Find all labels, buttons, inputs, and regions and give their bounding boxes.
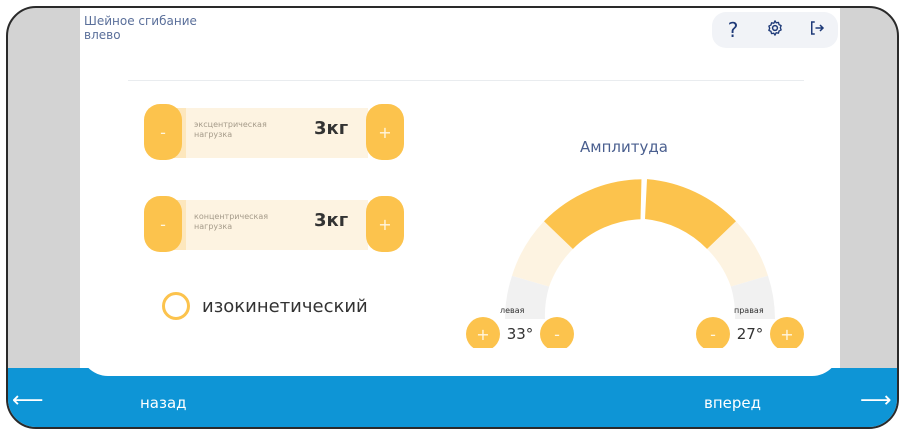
right-amplitude-value: 27°: [730, 319, 770, 349]
logout-icon-svg: [811, 21, 825, 35]
left-amplitude-value: 33°: [500, 319, 540, 349]
exercise-title-line1: Шейное сгибание: [84, 14, 197, 28]
left-side-label: левая: [500, 306, 525, 315]
concentric-load-value: 3кг: [314, 210, 349, 231]
device-frame: Шейное сгибание влево ? - эксцентрическа…: [0, 0, 901, 431]
exercise-title: Шейное сгибание влево: [84, 14, 197, 42]
back-button[interactable]: назад: [140, 394, 187, 412]
gauge-center-divider: [640, 177, 645, 221]
amplitude-title: Амплитуда: [580, 138, 668, 156]
left-decrease-button[interactable]: -: [540, 317, 574, 351]
gear-icon[interactable]: [760, 18, 790, 42]
top-toolbar: ?: [712, 12, 838, 48]
gear-icon-svg: [768, 20, 782, 36]
concentric-load-control: - концентрическая нагрузка 3кг +: [144, 196, 404, 252]
right-decrease-button[interactable]: -: [696, 317, 730, 351]
screen-bottom-curve: [80, 348, 840, 376]
help-icon[interactable]: ?: [718, 18, 748, 42]
logout-icon[interactable]: [802, 18, 832, 42]
right-amplitude-control: - 27° +: [696, 317, 804, 351]
concentric-load-label: концентрическая нагрузка: [194, 212, 269, 231]
right-increase-button[interactable]: +: [770, 317, 804, 351]
back-arrow-icon[interactable]: ⟵: [12, 388, 44, 413]
right-side-label: правая: [734, 306, 764, 315]
eccentric-load-value: 3кг: [314, 118, 349, 139]
forward-arrow-icon[interactable]: ⟶: [860, 388, 892, 413]
left-increase-button[interactable]: +: [466, 317, 500, 351]
device-bezel: Шейное сгибание влево ? - эксцентрическа…: [6, 6, 899, 429]
eccentric-increase-button[interactable]: +: [366, 104, 404, 160]
concentric-decrease-button[interactable]: -: [144, 196, 182, 252]
eccentric-load-control: - эксцентрическая нагрузка 3кг +: [144, 104, 404, 160]
header-divider: [128, 80, 804, 81]
eccentric-decrease-button[interactable]: -: [144, 104, 182, 160]
eccentric-load-label: эксцентрическая нагрузка: [194, 120, 267, 139]
forward-button[interactable]: вперед: [704, 394, 761, 412]
isokinetic-label: изокинетический: [202, 295, 368, 317]
left-amplitude-control: + 33° -: [466, 317, 574, 351]
exercise-title-line2: влево: [84, 28, 121, 42]
concentric-increase-button[interactable]: +: [366, 196, 404, 252]
isokinetic-toggle[interactable]: изокинетический: [162, 292, 368, 320]
isokinetic-radio[interactable]: [162, 292, 190, 320]
